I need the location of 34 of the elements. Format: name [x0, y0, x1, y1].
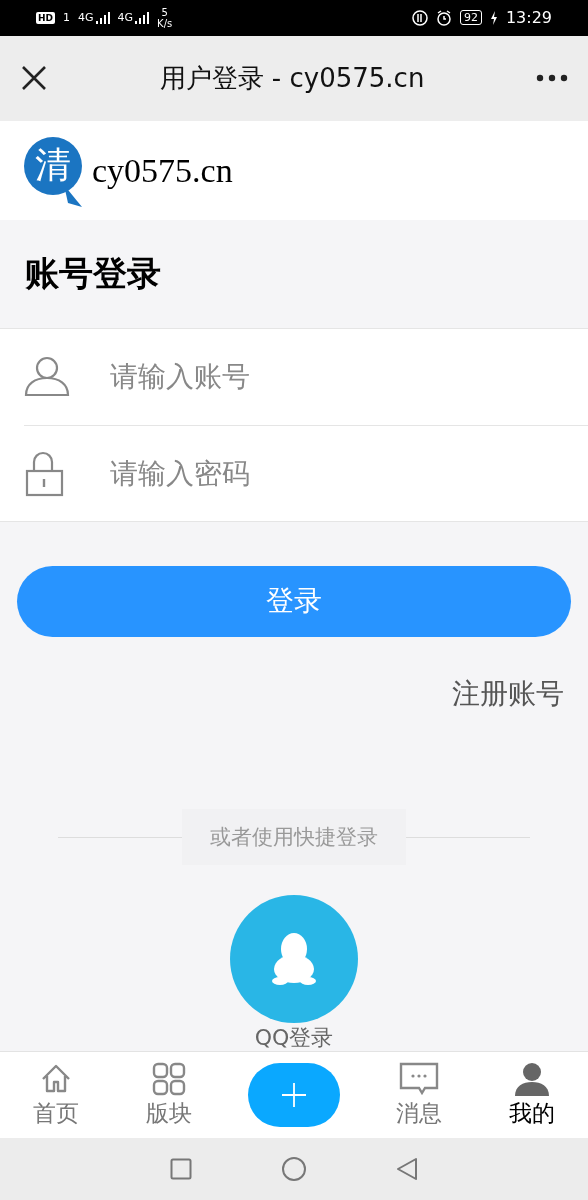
alarm-icon — [435, 9, 452, 26]
battery-indicator: 92 — [459, 10, 482, 26]
grid-icon — [151, 1061, 186, 1096]
input-field[interactable]: 请输入密码 — [108, 455, 588, 491]
tab[interactable]: 首页 — [0, 1061, 113, 1129]
penguin-icon — [272, 931, 316, 988]
divider-label: 或者使用快捷登录 — [182, 809, 406, 866]
plus-icon — [282, 1083, 306, 1108]
hd-label: HD — [36, 11, 55, 24]
data-saver-icon — [411, 9, 428, 26]
signal-icon — [95, 12, 110, 25]
charging-icon — [489, 10, 498, 25]
square-icon[interactable] — [170, 1158, 192, 1181]
tab[interactable]: 我的 — [475, 1061, 588, 1129]
tab[interactable]: 消息 — [363, 1061, 476, 1129]
speed-unit: K/s — [157, 17, 173, 29]
section-heading: 账号登录 — [24, 252, 162, 295]
register-link[interactable]: 注册账号 — [452, 675, 564, 714]
network-label: 4G — [78, 11, 94, 25]
network-label: 4G — [117, 11, 134, 25]
sim-label: 1 — [63, 11, 70, 25]
speed-value: 5 — [161, 6, 168, 18]
more-icon[interactable] — [536, 74, 568, 83]
signal-icon — [135, 12, 150, 25]
chat-icon — [399, 1061, 440, 1096]
circle-icon[interactable] — [282, 1157, 306, 1182]
clock: 13:29 — [505, 8, 552, 28]
back-icon[interactable] — [396, 1157, 418, 1182]
site-name: cy0575.cn — [92, 151, 233, 190]
tab[interactable]: 版块 — [112, 1061, 225, 1129]
person-icon — [514, 1061, 549, 1096]
input-field[interactable]: 请输入账号 — [108, 359, 588, 395]
page-title: 用户登录 - cy0575.cn — [158, 61, 426, 95]
login-button[interactable]: 登录 — [17, 565, 571, 638]
